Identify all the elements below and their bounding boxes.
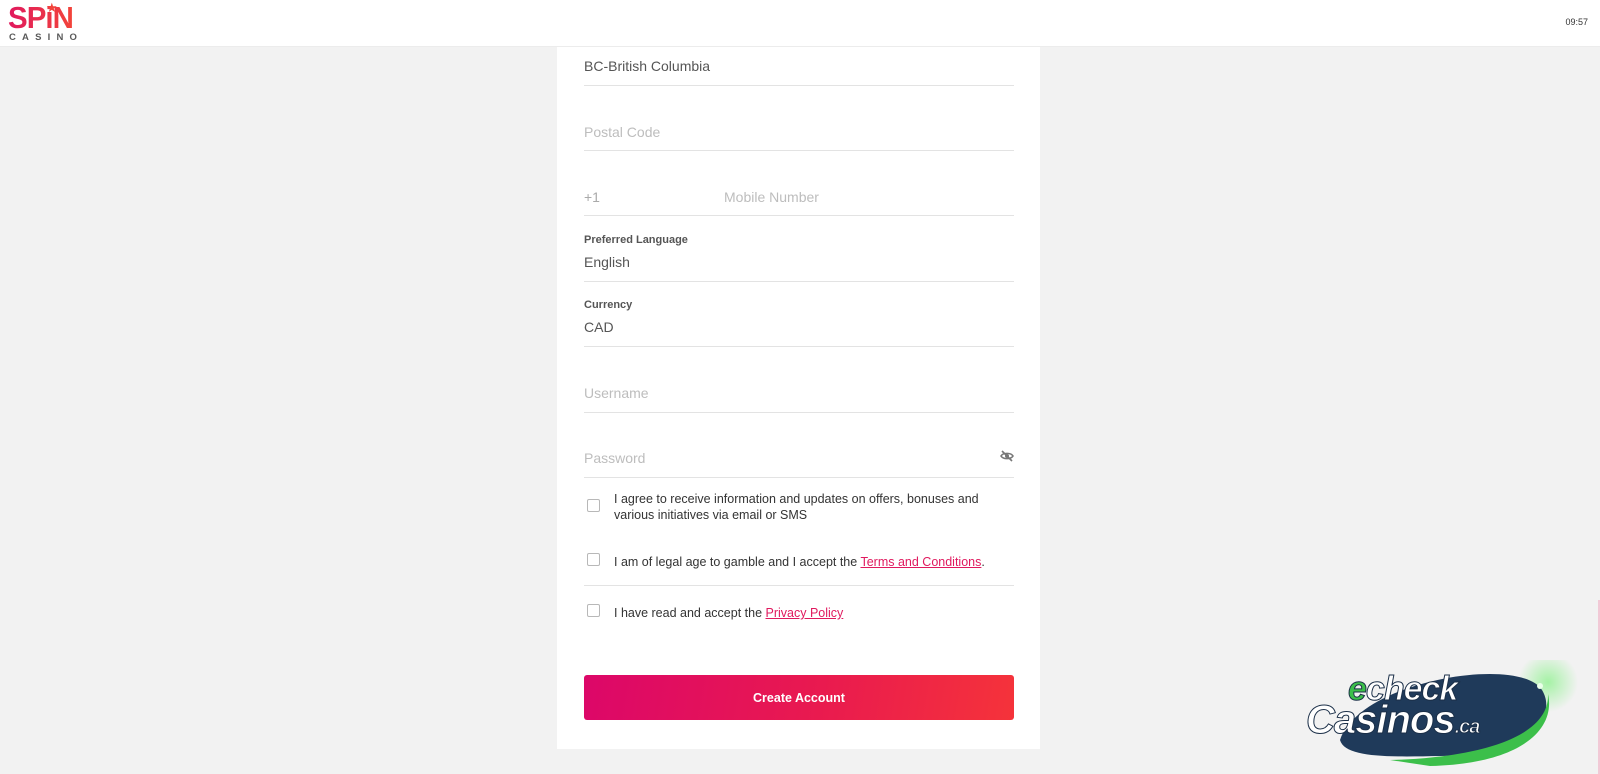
password-placeholder: Password xyxy=(584,450,646,466)
echeck-casinos-watermark: echeck Casinos.ca xyxy=(1306,652,1600,774)
marketing-consent-row: I agree to receive information and updat… xyxy=(584,490,1014,526)
username-input[interactable]: Username xyxy=(584,372,1014,413)
marketing-consent-checkbox[interactable] xyxy=(587,499,600,512)
postal-code-input[interactable]: Postal Code xyxy=(584,110,1014,151)
privacy-checkbox[interactable] xyxy=(587,604,600,617)
privacy-policy-link[interactable]: Privacy Policy xyxy=(766,606,844,620)
divider xyxy=(584,585,1014,586)
postal-code-placeholder: Postal Code xyxy=(584,124,661,140)
preferred-language-label: Preferred Language xyxy=(584,234,688,246)
state-value: BC-British Columbia xyxy=(584,58,711,74)
terms-and-conditions-link[interactable]: Terms and Conditions xyxy=(860,555,981,569)
privacy-text: I have read and accept the Privacy Polic… xyxy=(614,605,843,621)
eye-off-icon[interactable] xyxy=(1000,449,1014,463)
watermark-casinos: Casinos xyxy=(1306,698,1457,742)
currency-select[interactable]: Currency CAD xyxy=(584,295,1014,347)
logo-subtext: CASINO xyxy=(9,32,84,43)
create-account-button[interactable]: Create Account xyxy=(584,675,1014,720)
logo-wordmark: SPiN xyxy=(8,0,74,35)
terms-consent-row: I am of legal age to gamble and I accept… xyxy=(584,550,1014,570)
terms-text-suffix: . xyxy=(981,555,985,569)
star-icon: ★ xyxy=(46,0,58,15)
top-bar: SPiN ★ CASINO 09:57 xyxy=(0,0,1600,47)
mobile-number-input[interactable]: Mobile Number xyxy=(724,189,819,205)
registration-form: State BC-British Columbia Postal Code +1… xyxy=(557,40,1040,749)
username-placeholder: Username xyxy=(584,385,649,401)
clock: 09:57 xyxy=(1565,17,1588,27)
spin-casino-logo[interactable]: SPiN ★ CASINO xyxy=(8,0,84,44)
currency-value: CAD xyxy=(584,319,614,335)
preferred-language-value: English xyxy=(584,254,630,270)
privacy-text-prefix: I have read and accept the xyxy=(614,606,766,620)
watermark-suffix: .ca xyxy=(1454,716,1481,739)
password-input[interactable]: Password xyxy=(584,437,1014,478)
terms-checkbox[interactable] xyxy=(587,553,600,566)
terms-text-prefix: I am of legal age to gamble and I accept… xyxy=(614,555,861,569)
preferred-language-select[interactable]: Preferred Language English xyxy=(584,230,1014,282)
country-code-select[interactable]: +1 xyxy=(584,189,600,205)
watermark-line2: Casinos.ca xyxy=(1306,698,1481,747)
terms-text: I am of legal age to gamble and I accept… xyxy=(614,554,985,570)
mobile-number-field: +1 Mobile Number xyxy=(584,175,1014,216)
privacy-consent-row: I have read and accept the Privacy Polic… xyxy=(584,602,1014,622)
marketing-consent-text: I agree to receive information and updat… xyxy=(614,492,979,522)
currency-label: Currency xyxy=(584,299,633,311)
